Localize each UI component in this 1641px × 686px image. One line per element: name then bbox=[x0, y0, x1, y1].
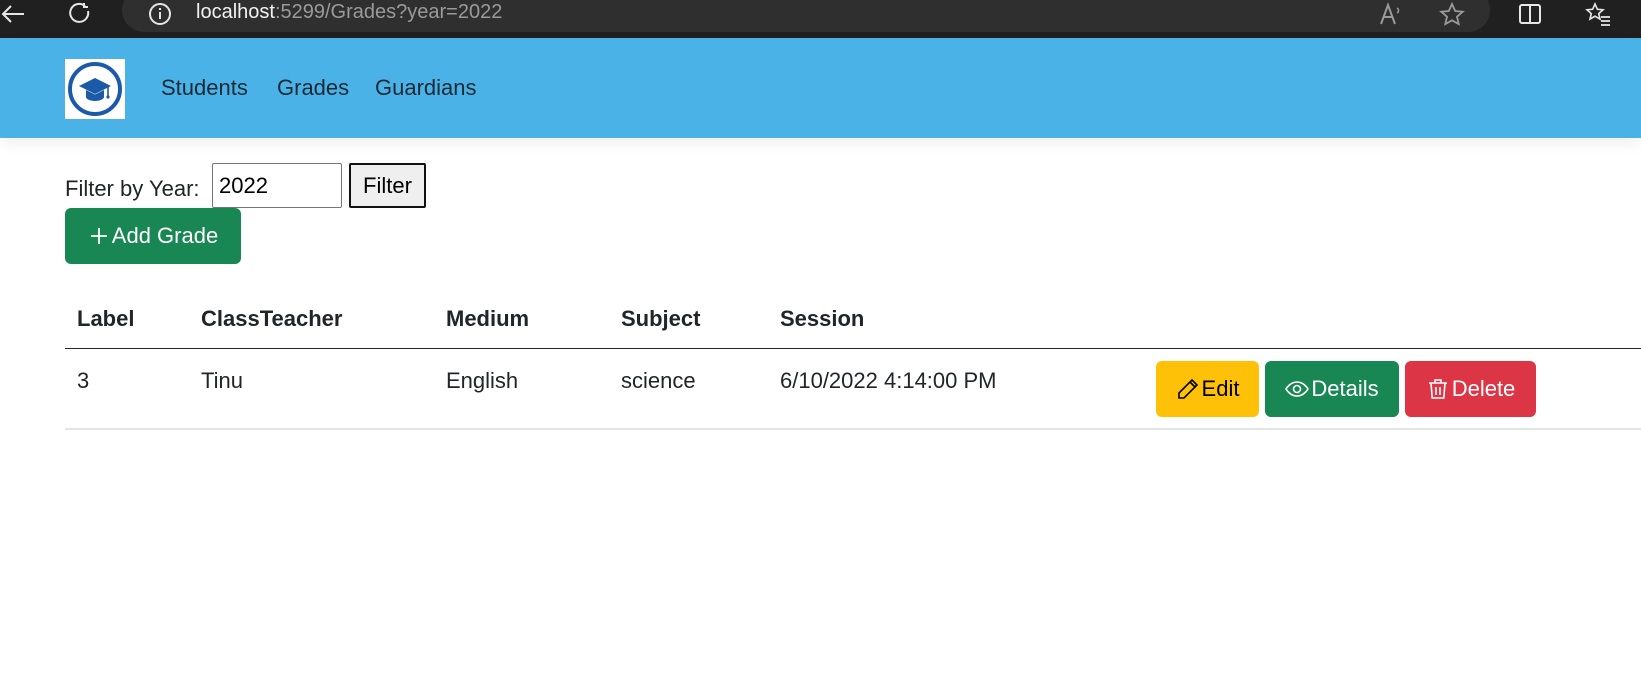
nav-link-grades[interactable]: Grades bbox=[277, 75, 349, 101]
pencil-icon bbox=[1176, 377, 1200, 401]
details-label: Details bbox=[1311, 376, 1379, 401]
favorite-star-icon[interactable] bbox=[1439, 2, 1465, 26]
add-grade-button[interactable]: Add Grade bbox=[65, 208, 241, 264]
url-host: localhost bbox=[196, 1, 275, 23]
top-navbar: Students Grades Guardians bbox=[0, 38, 1641, 138]
address-url[interactable]: localhost:5299/Grades?year=2022 bbox=[196, 0, 502, 24]
browser-toolbar: localhost:5299/Grades?year=2022 bbox=[0, 0, 1641, 38]
table-header-divider bbox=[65, 348, 1641, 349]
nav-link-students[interactable]: Students bbox=[161, 75, 248, 101]
year-input[interactable] bbox=[212, 163, 342, 208]
nav-link-guardians[interactable]: Guardians bbox=[375, 75, 477, 101]
column-header-label: Label bbox=[77, 306, 135, 331]
cell-classteacher: Tinu bbox=[201, 368, 243, 393]
refresh-icon[interactable] bbox=[67, 2, 93, 26]
back-arrow-icon[interactable] bbox=[0, 2, 26, 26]
plus-icon bbox=[88, 225, 110, 247]
cell-session: 6/10/2022 4:14:00 PM bbox=[780, 368, 997, 393]
favorites-list-icon[interactable] bbox=[1584, 2, 1612, 26]
delete-label: Delete bbox=[1451, 376, 1516, 401]
edit-button[interactable]: Edit bbox=[1156, 361, 1259, 417]
trash-icon bbox=[1426, 377, 1450, 401]
edit-label: Edit bbox=[1201, 376, 1240, 401]
school-logo[interactable] bbox=[65, 59, 125, 119]
eye-icon bbox=[1285, 377, 1310, 401]
details-button[interactable]: Details bbox=[1265, 361, 1399, 417]
site-info-icon[interactable] bbox=[148, 2, 172, 26]
split-screen-icon[interactable] bbox=[1517, 2, 1543, 26]
table-row-divider bbox=[65, 428, 1641, 430]
column-header-subject: Subject bbox=[621, 306, 701, 331]
column-header-classteacher: ClassTeacher bbox=[201, 306, 343, 331]
cell-subject: science bbox=[621, 368, 696, 393]
delete-button[interactable]: Delete bbox=[1405, 361, 1536, 417]
filter-year-label: Filter by Year: bbox=[65, 176, 200, 201]
cell-medium: English bbox=[446, 368, 519, 393]
column-header-medium: Medium bbox=[446, 306, 530, 331]
read-aloud-icon[interactable] bbox=[1378, 2, 1404, 26]
add-grade-label: Add Grade bbox=[111, 223, 219, 248]
url-path: :5299/Grades?year=2022 bbox=[274, 1, 503, 23]
column-header-session: Session bbox=[780, 306, 865, 331]
cell-label: 3 bbox=[77, 368, 90, 393]
filter-button[interactable]: Filter bbox=[349, 163, 426, 208]
